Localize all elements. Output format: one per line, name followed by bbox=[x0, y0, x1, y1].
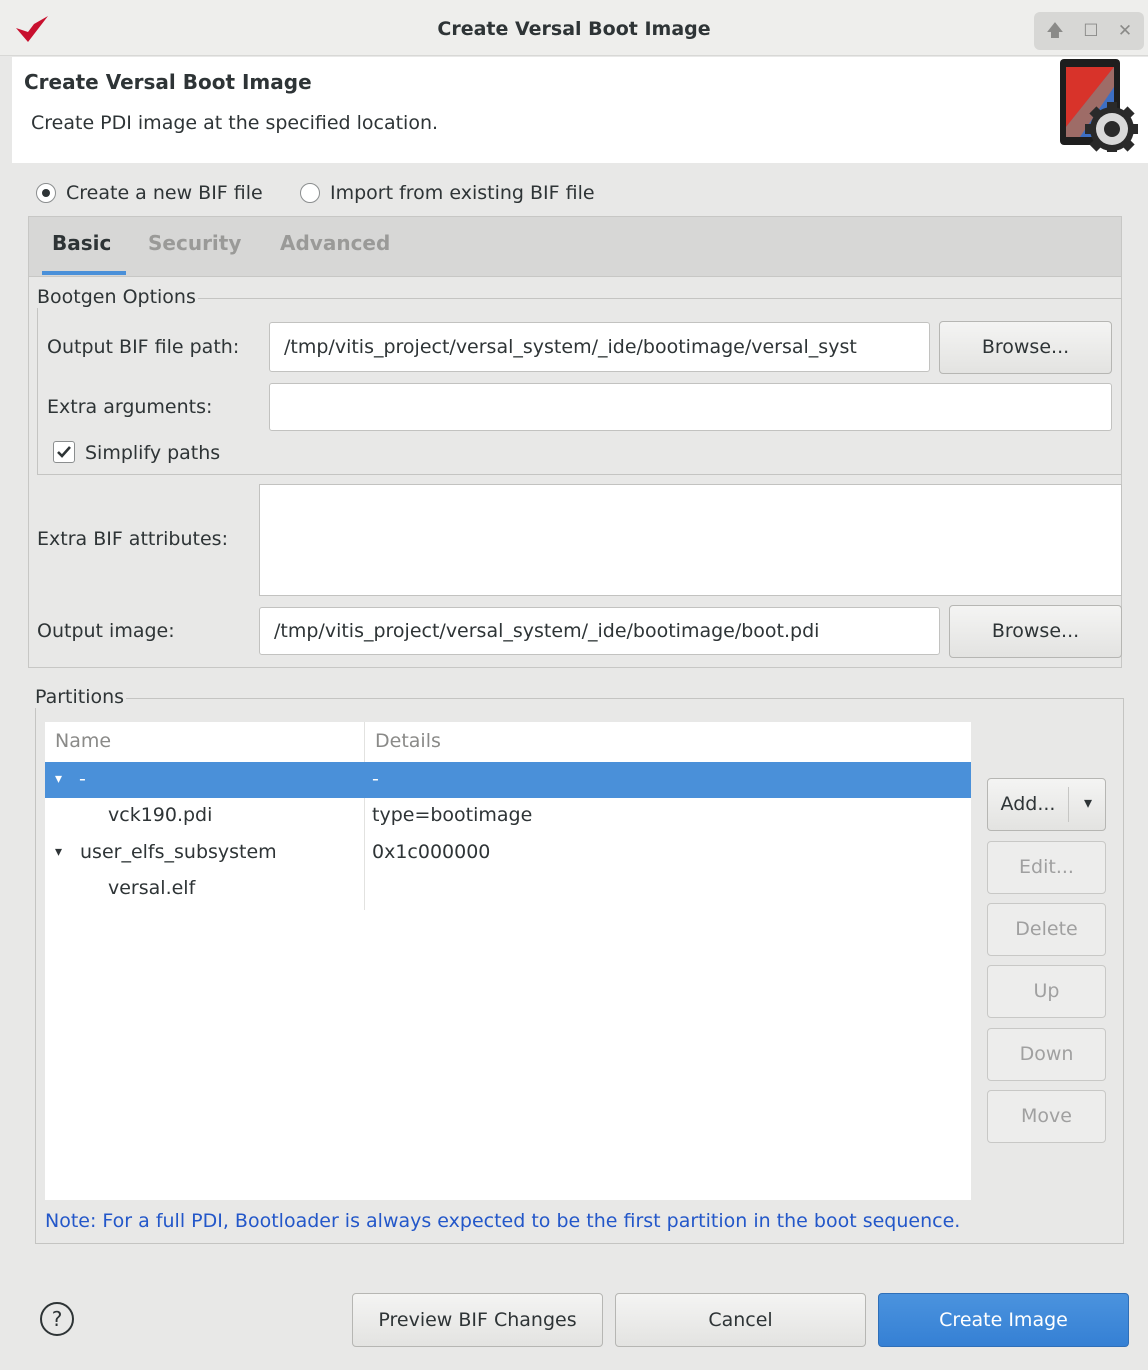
partition-name: versal.elf bbox=[108, 877, 196, 899]
partition-note: Note: For a full PDI, Bootloader is alwa… bbox=[45, 1210, 961, 1232]
boot-image-gear-icon bbox=[1060, 59, 1138, 152]
add-partition-button[interactable]: Add... ▾ bbox=[987, 778, 1106, 831]
preview-bif-changes-button[interactable]: Preview BIF Changes bbox=[352, 1293, 603, 1347]
output-image-value: /tmp/vitis_project/versal_system/_ide/bo… bbox=[274, 620, 820, 642]
column-header-name[interactable]: Name bbox=[55, 730, 111, 752]
partitions-table[interactable]: Name Details ▾ - - vck190.pdi type=booti… bbox=[45, 722, 971, 1200]
title-bar: Create Versal Boot Image 🡅 ☐ ✕ bbox=[0, 0, 1148, 56]
cancel-button[interactable]: Cancel bbox=[615, 1293, 866, 1347]
radio-button-selected[interactable] bbox=[36, 183, 56, 203]
output-bif-path-value: /tmp/vitis_project/versal_system/_ide/bo… bbox=[284, 336, 857, 358]
extra-bif-attributes-textarea[interactable] bbox=[259, 484, 1122, 596]
dialog-header-title: Create Versal Boot Image bbox=[24, 70, 312, 94]
expander-icon[interactable]: ▾ bbox=[55, 844, 62, 860]
check-icon bbox=[57, 446, 71, 458]
radio-create-new-bif-label: Create a new BIF file bbox=[66, 182, 263, 204]
table-header: Name Details bbox=[45, 722, 971, 762]
partition-details: type=bootimage bbox=[372, 804, 533, 826]
table-row[interactable]: ▾ - - bbox=[45, 762, 971, 798]
output-bif-label: Output BIF file path: bbox=[47, 336, 240, 358]
output-bif-path-input[interactable]: /tmp/vitis_project/versal_system/_ide/bo… bbox=[269, 322, 930, 372]
close-icon[interactable]: ✕ bbox=[1112, 19, 1138, 43]
maximize-icon[interactable]: ☐ bbox=[1078, 19, 1104, 43]
extra-bif-attributes-label: Extra BIF attributes: bbox=[37, 528, 228, 550]
simplify-paths-label: Simplify paths bbox=[85, 442, 221, 464]
column-header-details[interactable]: Details bbox=[375, 730, 441, 752]
dialog-header: Create Versal Boot Image Create PDI imag… bbox=[12, 57, 1148, 163]
simplify-paths-checkbox[interactable] bbox=[53, 441, 75, 463]
radio-import-existing-bif-label: Import from existing BIF file bbox=[330, 182, 595, 204]
partition-name: - bbox=[79, 768, 86, 790]
table-row[interactable]: versal.elf bbox=[45, 871, 971, 907]
output-image-input[interactable]: /tmp/vitis_project/versal_system/_ide/bo… bbox=[259, 607, 940, 655]
browse-output-image-button[interactable]: Browse... bbox=[949, 605, 1122, 658]
partition-name: vck190.pdi bbox=[108, 804, 213, 826]
chevron-down-icon[interactable]: ▾ bbox=[1072, 779, 1104, 830]
table-row[interactable]: vck190.pdi type=bootimage bbox=[45, 798, 971, 834]
tab-bar: Basic Security Advanced bbox=[28, 216, 1122, 276]
browse-bif-button[interactable]: Browse... bbox=[939, 321, 1112, 374]
tab-security[interactable]: Security bbox=[148, 231, 241, 255]
active-tab-indicator bbox=[42, 271, 126, 275]
move-partition-button[interactable]: Move bbox=[987, 1090, 1106, 1143]
tab-basic[interactable]: Basic bbox=[52, 231, 111, 255]
table-row[interactable]: ▾ user_elfs_subsystem 0x1c000000 bbox=[45, 835, 971, 871]
radio-dot bbox=[42, 189, 50, 197]
output-image-label: Output image: bbox=[37, 620, 175, 642]
tab-advanced[interactable]: Advanced bbox=[280, 231, 390, 255]
partition-details: 0x1c000000 bbox=[372, 841, 491, 863]
pin-icon[interactable]: 🡅 bbox=[1042, 19, 1068, 43]
down-partition-button[interactable]: Down bbox=[987, 1028, 1106, 1081]
delete-partition-button[interactable]: Delete bbox=[987, 903, 1106, 956]
window-controls: 🡅 ☐ ✕ bbox=[1034, 12, 1144, 50]
add-button-divider bbox=[1068, 787, 1069, 822]
partitions-label: Partitions bbox=[35, 686, 127, 708]
partition-details: - bbox=[372, 768, 379, 790]
help-icon[interactable]: ? bbox=[40, 1302, 74, 1336]
edit-partition-button[interactable]: Edit... bbox=[987, 841, 1106, 894]
expander-icon[interactable]: ▾ bbox=[55, 771, 62, 787]
window-title: Create Versal Boot Image bbox=[437, 18, 711, 40]
bootgen-options-label: Bootgen Options bbox=[37, 286, 198, 308]
extra-arguments-input[interactable] bbox=[269, 383, 1112, 431]
radio-button[interactable] bbox=[300, 183, 320, 203]
extra-arguments-label: Extra arguments: bbox=[47, 396, 213, 418]
dialog-header-description: Create PDI image at the specified locati… bbox=[31, 112, 439, 134]
add-button-label[interactable]: Add... bbox=[988, 779, 1068, 830]
create-image-button[interactable]: Create Image bbox=[878, 1293, 1129, 1347]
partition-name: user_elfs_subsystem bbox=[80, 841, 277, 863]
up-partition-button[interactable]: Up bbox=[987, 965, 1106, 1018]
